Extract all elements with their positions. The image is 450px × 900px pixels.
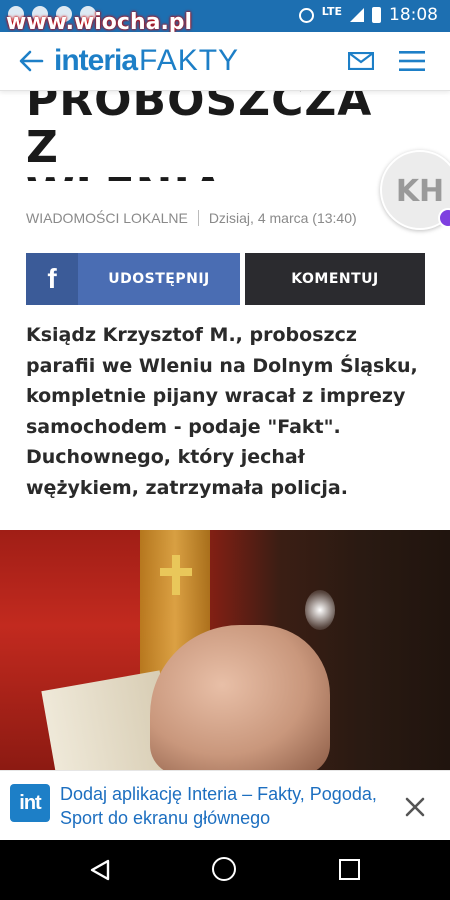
headline-container: PROBOSZCZA Z WLENIA	[0, 91, 450, 181]
nav-back-icon[interactable]	[88, 858, 112, 882]
alarm-icon	[298, 7, 314, 23]
app-install-banner[interactable]: int Dodaj aplikację Interia – Fakty, Pog…	[0, 770, 450, 841]
meta-divider	[197, 210, 199, 226]
facebook-icon: f	[26, 253, 78, 305]
article-lead: Ksiądz Krzysztof M., proboszcz parafii w…	[26, 324, 418, 499]
share-label: UDOSTĘPNIJ	[108, 271, 210, 287]
system-nav-bar	[0, 840, 450, 900]
avatar-badge	[438, 208, 450, 228]
photo-cross-bar	[160, 568, 192, 576]
photo-candle-light	[305, 590, 335, 630]
nav-recent-icon[interactable]	[339, 859, 360, 880]
mail-icon[interactable]	[348, 52, 374, 70]
network-type: LTE	[321, 4, 342, 18]
app-bar: interiaFAKTY	[0, 32, 450, 91]
comment-button[interactable]: KOMENTUJ	[245, 253, 425, 305]
interia-fakty-logo[interactable]: interiaFAKTY	[54, 44, 239, 78]
article-headline: PROBOSZCZA Z WLENIA	[26, 91, 386, 181]
interia-app-icon: int	[10, 784, 50, 822]
back-arrow-icon[interactable]	[18, 48, 44, 74]
article-category[interactable]: WIADOMOŚCI LOKALNE	[26, 210, 188, 226]
battery-icon	[372, 7, 381, 23]
clock: 18:08	[389, 5, 438, 25]
article-photo	[0, 530, 450, 770]
headline-line: WLENIA	[26, 171, 386, 181]
menu-icon[interactable]	[399, 50, 425, 72]
status-indicators: LTE 18:08	[298, 4, 438, 25]
signal-icon	[350, 8, 364, 22]
nav-home-icon[interactable]	[212, 857, 236, 881]
logo-brand: interia	[54, 44, 138, 77]
close-icon[interactable]	[401, 793, 429, 821]
headline-line: PROBOSZCZA Z	[26, 91, 373, 173]
article-date: Dzisiaj, 4 marca (13:40)	[208, 210, 357, 226]
banner-text[interactable]: Dodaj aplikację Interia – Fakty, Pogoda,…	[60, 782, 390, 830]
article-meta: WIADOMOŚCI LOKALNE Dzisiaj, 4 marca (13:…	[26, 210, 357, 226]
logo-section: FAKTY	[139, 44, 240, 77]
share-button[interactable]: f UDOSTĘPNIJ	[26, 253, 240, 305]
